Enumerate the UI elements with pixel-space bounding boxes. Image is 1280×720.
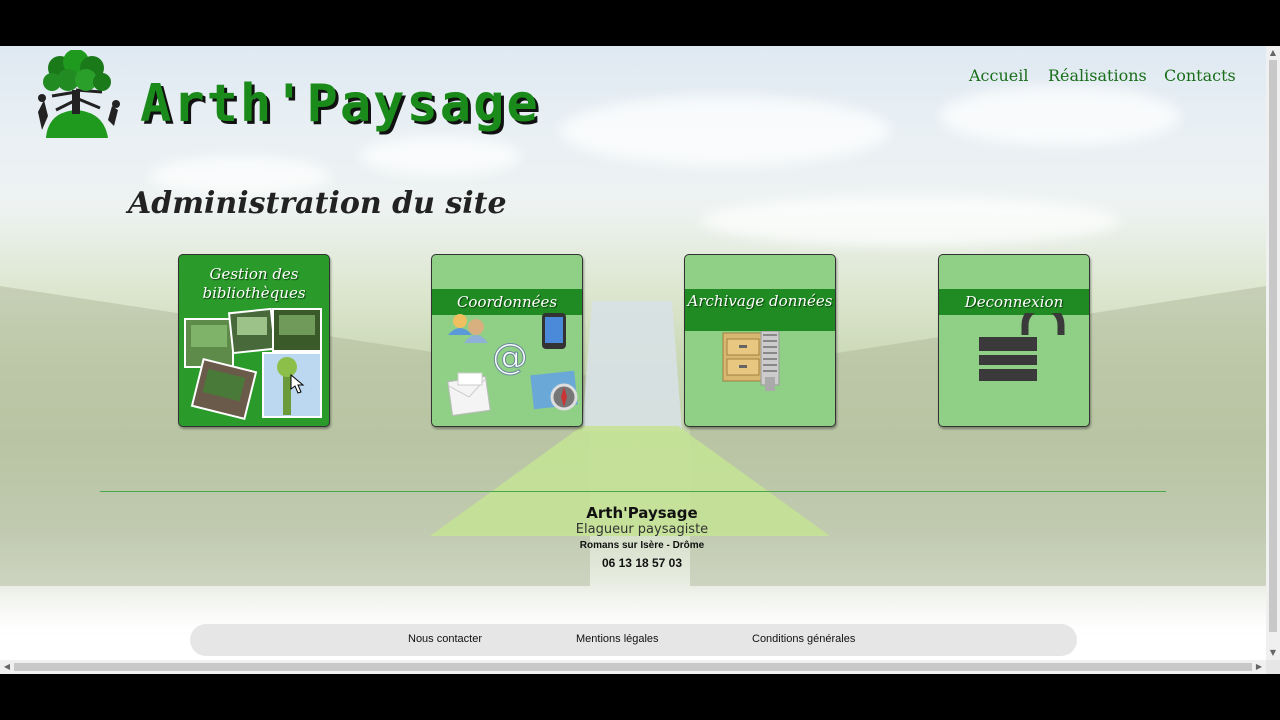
footer-link-mentions-legales[interactable]: Mentions légales [576,633,659,645]
tile-archivage-donnees[interactable]: Archivage données [684,254,836,427]
tile-gestion-bibliotheques[interactable]: Gestion des bibliothèques [178,254,330,427]
tile-label: Archivage données [685,289,835,331]
tree-logo-icon[interactable] [30,50,122,140]
footer-company-name: Arth'Paysage [586,504,698,522]
tile-coordonnees[interactable]: Coordonnées @ [431,254,583,427]
footer-link-conditions-generales[interactable]: Conditions générales [752,633,855,645]
nav-accueil[interactable]: Accueil [969,66,1028,85]
photo-gallery-icon [184,307,322,421]
scroll-right-arrow-icon[interactable]: ▶ [1252,660,1266,674]
scroll-down-arrow-icon[interactable]: ▼ [1266,646,1280,660]
scroll-left-arrow-icon[interactable]: ◀ [0,660,14,674]
footer-phone: 06 13 18 57 03 [601,556,683,570]
tile-deconnexion[interactable]: Deconnexion [938,254,1090,427]
footer-links-bar: Nous contacter Mentions légales Conditio… [190,624,1077,656]
horizontal-scrollbar[interactable]: ◀ ▶ [0,660,1266,674]
unlocked-padlock-icon [979,313,1065,381]
archive-icon [722,331,780,391]
footer-city: Romans sur Isère - Drôme [579,540,705,551]
footer-job-title: Elagueur paysagiste [575,522,709,537]
scrollbar-corner [1266,660,1280,674]
footer-link-nous-contacter[interactable]: Nous contacter [408,633,482,645]
nav-realisations[interactable]: Réalisations [1048,66,1147,85]
page-title: Administration du site [128,186,507,221]
horizontal-scroll-thumb[interactable] [14,663,1252,671]
at-sign-icon: @ [492,337,528,378]
tile-label: Gestion des bibliothèques [179,265,329,305]
browser-viewport: Arth'Paysage Accueil Réalisations Contac… [0,46,1280,674]
footer-info: Arth'Paysage Elagueur paysagiste Romans … [0,504,1280,572]
tile-label: Deconnexion [939,289,1089,315]
main-nav: Accueil Réalisations Contacts [960,66,1240,90]
contacts-icon: @ [447,313,578,417]
brand-title[interactable]: Arth'Paysage [140,74,540,134]
vertical-scroll-thumb[interactable] [1269,60,1277,632]
vertical-scrollbar[interactable]: ▲ ▼ [1266,46,1280,660]
nav-contacts[interactable]: Contacts [1164,66,1236,85]
scroll-up-arrow-icon[interactable]: ▲ [1266,46,1280,60]
footer-divider [100,491,1166,492]
tile-label: Coordonnées [432,289,582,315]
